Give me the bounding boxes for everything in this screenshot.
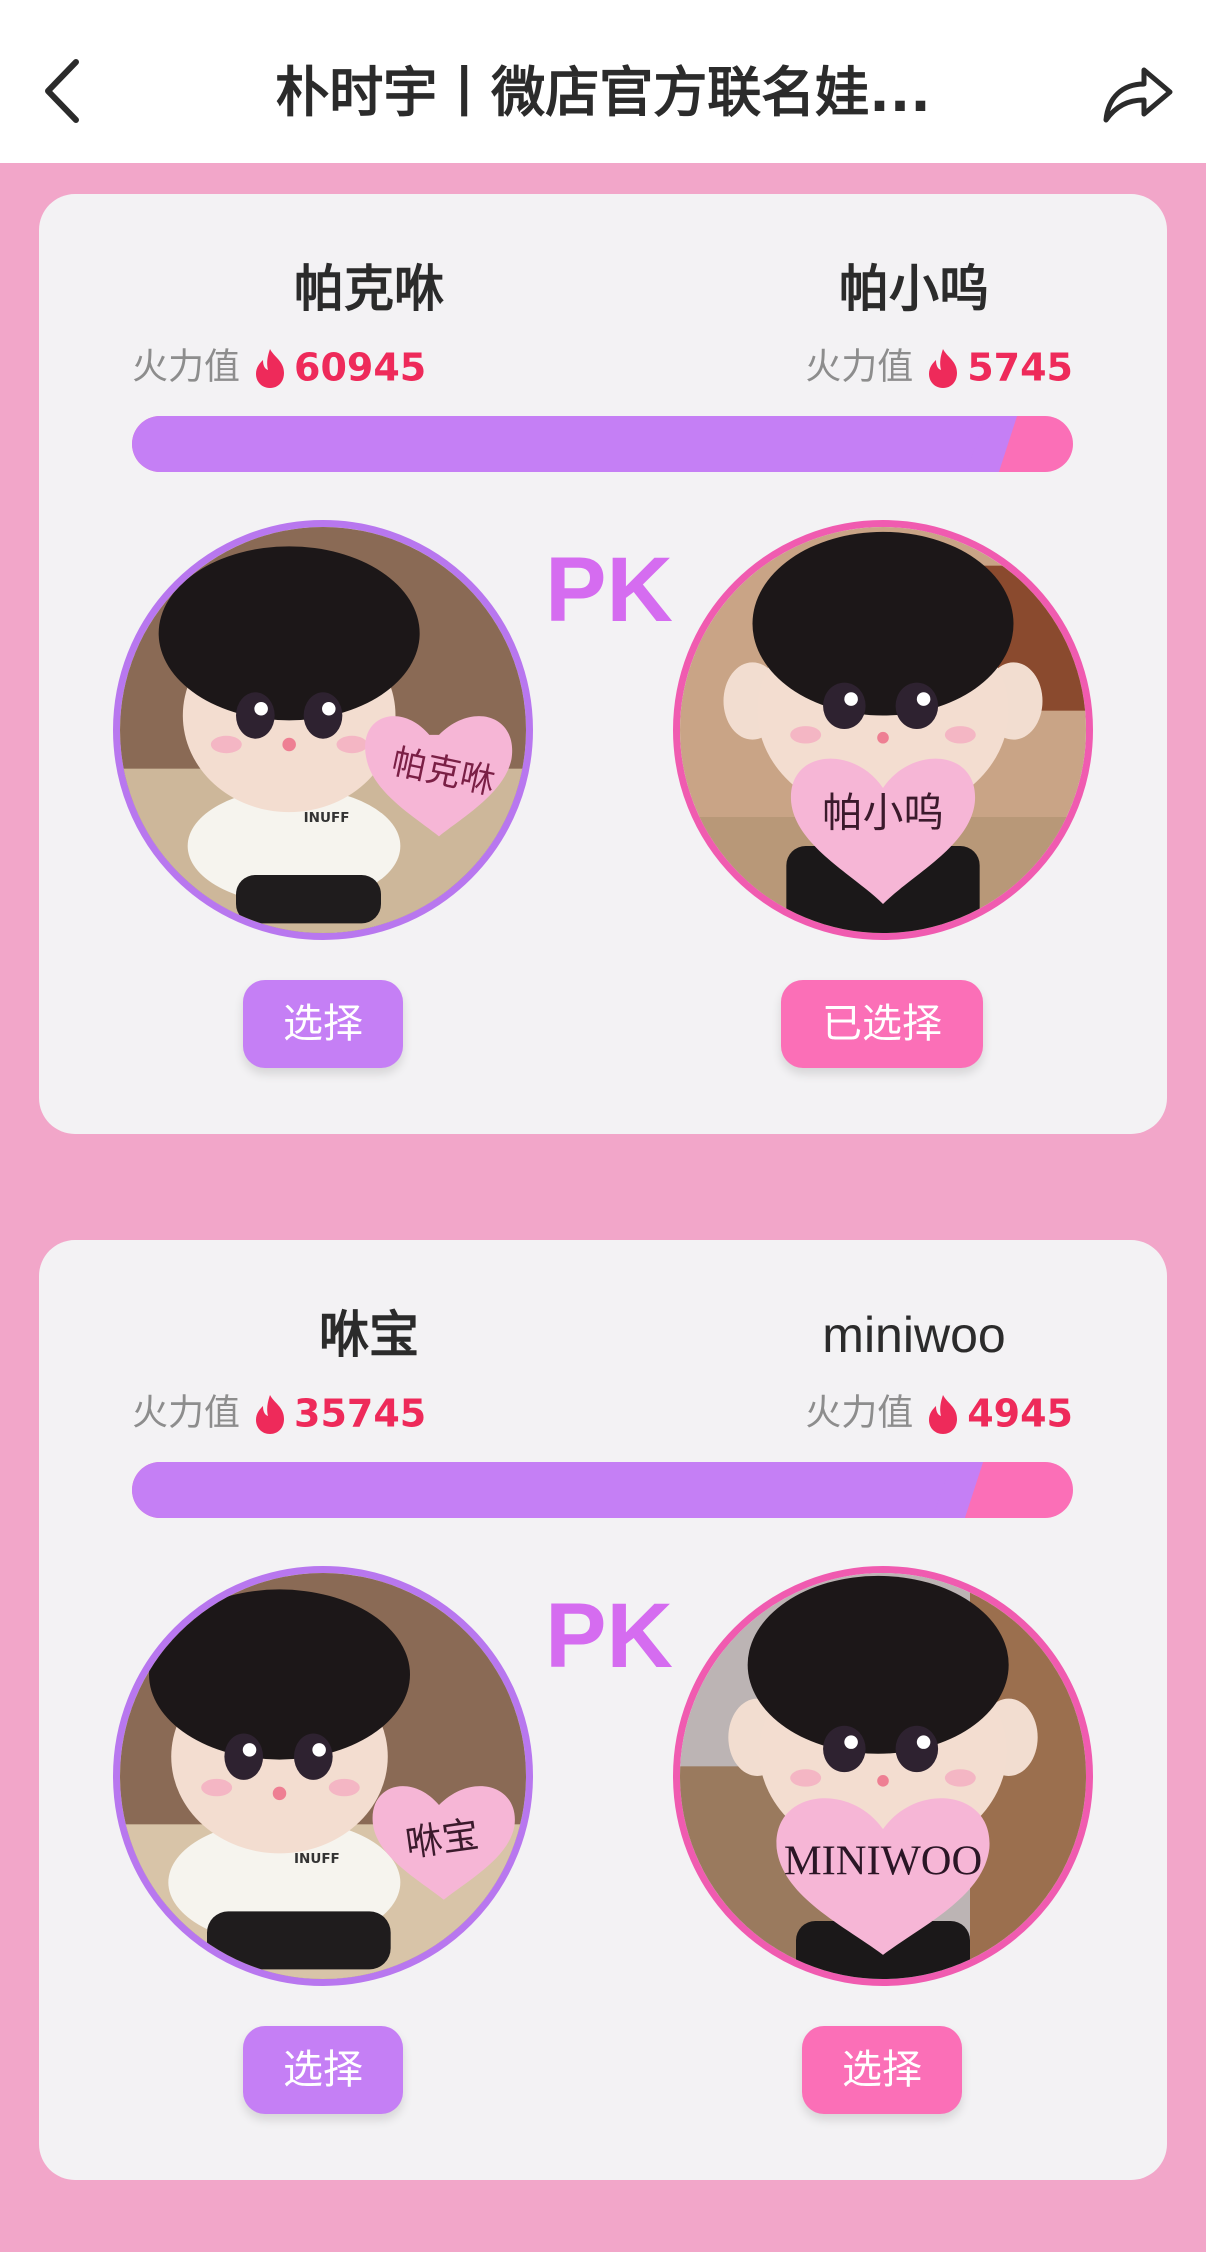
pk-battle-card: 帕克咻 帕小呜 火力值 60945 火力值 5745 INUFF 帕克咻 PK … <box>39 194 1167 1134</box>
shirt-print-text: INUFF <box>294 1851 340 1867</box>
left-doll-photo[interactable]: INUFF 咻宝 <box>113 1566 533 1986</box>
heart-sign-text: MINIWOO <box>784 1838 982 1885</box>
flame-icon <box>925 1393 961 1435</box>
left-share-fill <box>132 416 993 472</box>
select-left-button[interactable]: 选择 <box>243 980 403 1068</box>
pk-progress-bar <box>132 1462 1073 1518</box>
left-doll-name: 咻宝 <box>319 1306 419 1364</box>
page-title: 朴时宇丨微店官方联名娃... <box>275 61 931 124</box>
flame-icon <box>252 1393 288 1435</box>
pk-label: PK <box>545 1585 673 1687</box>
fire-value: 60945 <box>294 345 427 390</box>
select-right-button[interactable]: 选择 <box>802 2026 962 2114</box>
fire-label: 火力值 <box>132 1392 241 1434</box>
left-doll-name: 帕克咻 <box>294 260 444 318</box>
back-arrow-icon[interactable] <box>40 56 90 126</box>
left-fire-score: 火力值 35745 <box>132 1388 426 1438</box>
pk-progress-bar <box>132 416 1073 472</box>
fire-label: 火力值 <box>805 1392 914 1434</box>
left-doll-photo[interactable]: INUFF 帕克咻 <box>113 520 533 940</box>
right-fire-score: 火力值 4945 <box>805 1388 1073 1438</box>
right-doll-photo[interactable]: 帕小呜 <box>673 520 1093 940</box>
flame-icon <box>252 347 288 389</box>
select-left-button[interactable]: 选择 <box>243 2026 403 2114</box>
pk-battle-card: 咻宝 miniwoo 火力值 35745 火力值 4945 INUFF 咻宝 P… <box>39 1240 1167 2180</box>
fire-label: 火力值 <box>132 346 241 388</box>
left-share-fill <box>132 1462 959 1518</box>
flame-icon <box>925 347 961 389</box>
right-doll-name: 帕小呜 <box>839 260 989 318</box>
fire-label: 火力值 <box>805 346 914 388</box>
doll-photo-image: MINIWOO <box>680 1573 1086 1979</box>
share-icon[interactable] <box>1100 58 1176 128</box>
doll-photo-image: INUFF 咻宝 <box>120 1573 526 1979</box>
right-fire-score: 火力值 5745 <box>805 342 1073 392</box>
selected-right-button[interactable]: 已选择 <box>781 980 983 1068</box>
fire-value: 35745 <box>294 1391 427 1436</box>
left-fire-score: 火力值 60945 <box>132 342 426 392</box>
pk-label: PK <box>545 539 673 641</box>
doll-photo-image: INUFF 帕克咻 <box>120 527 526 933</box>
right-doll-name: miniwoo <box>822 1307 1006 1363</box>
heart-sign-text: 帕小呜 <box>822 789 944 837</box>
shirt-print-text: INUFF <box>304 810 350 826</box>
doll-photo-image: 帕小呜 <box>680 527 1086 933</box>
top-nav-bar: 朴时宇丨微店官方联名娃... <box>0 0 1206 163</box>
fire-value: 4945 <box>967 1391 1073 1436</box>
fire-value: 5745 <box>967 345 1073 390</box>
right-doll-photo[interactable]: MINIWOO <box>673 1566 1093 1986</box>
